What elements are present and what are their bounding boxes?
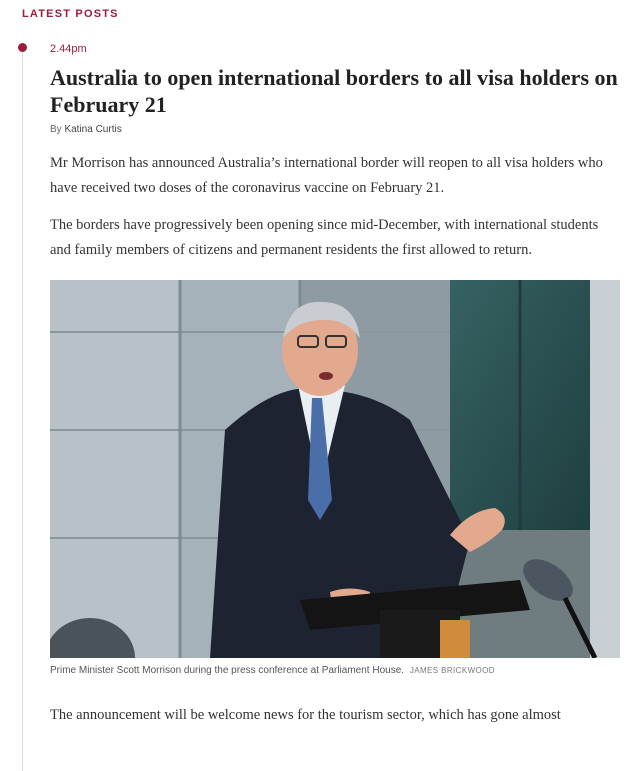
timeline-line	[22, 50, 23, 771]
photo-credit: JAMES BRICKWOOD	[409, 666, 495, 675]
section-label: LATEST POSTS	[22, 8, 119, 20]
photo-caption: Prime Minister Scott Morrison during the…	[50, 665, 620, 676]
paragraph-1: Mr Morrison has announced Australia’s in…	[50, 155, 603, 196]
byline: By Katina Curtis	[50, 124, 620, 135]
paragraph-2: The borders have progressively been open…	[50, 217, 599, 258]
timeline-dot	[18, 43, 27, 52]
article-figure: Prime Minister Scott Morrison during the…	[50, 280, 620, 676]
article-photo	[50, 280, 620, 658]
post-title: Australia to open international borders …	[50, 65, 618, 117]
live-post: 2.44pm Australia to open international b…	[50, 42, 620, 728]
byline-prefix: By	[50, 124, 62, 135]
paragraph-3: The announcement will be welcome news fo…	[50, 707, 561, 723]
post-time: 2.44pm	[50, 43, 87, 55]
author-link[interactable]: Katina Curtis	[64, 124, 121, 135]
caption-text: Prime Minister Scott Morrison during the…	[50, 665, 405, 676]
photo-illustration	[50, 280, 620, 658]
